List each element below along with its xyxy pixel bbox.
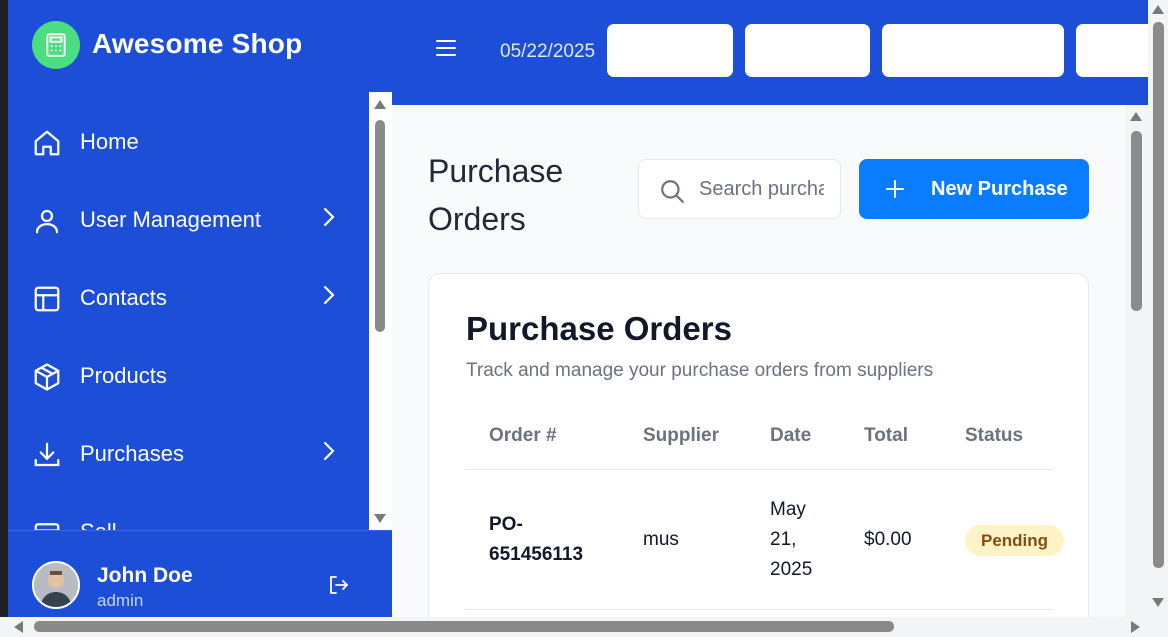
sidebar-scroll-thumb[interactable]	[375, 120, 385, 332]
user-name: John Doe	[97, 564, 193, 587]
sidebar-item-label: Products	[80, 363, 167, 388]
search-input[interactable]	[699, 160, 824, 218]
home-icon	[34, 130, 60, 156]
column-header-date[interactable]: Date	[770, 425, 811, 447]
user-icon	[35, 209, 59, 234]
logout-icon[interactable]	[326, 573, 350, 597]
user-panel: John Doe admin	[8, 530, 392, 617]
sidebar-item-sell[interactable]: Sell	[8, 502, 369, 530]
user-role: admin	[97, 591, 144, 610]
header-button-1[interactable]	[607, 24, 733, 77]
column-header-total[interactable]: Total	[864, 425, 908, 447]
sidebar-item-label: Purchases	[80, 441, 184, 466]
column-header-supplier[interactable]: Supplier	[643, 425, 719, 447]
column-header-order[interactable]: Order #	[489, 425, 557, 447]
top-header: Awesome Shop 05/22/2025	[8, 0, 1166, 105]
sidebar-item-purchases[interactable]: Purchases	[8, 424, 369, 484]
table-row-divider	[465, 609, 1053, 610]
chevron-right-icon	[323, 285, 335, 305]
scroll-up-arrow[interactable]	[1130, 112, 1142, 121]
sidebar: Home User Management Contacts Products P…	[8, 92, 369, 530]
page-horizontal-scrollbar[interactable]	[0, 617, 1168, 637]
scroll-left-arrow[interactable]	[14, 621, 23, 633]
sidebar-item-user-management[interactable]: User Management	[8, 190, 369, 250]
scroll-down-arrow[interactable]	[374, 514, 386, 523]
hamburger-icon[interactable]	[436, 40, 456, 58]
plus-icon	[886, 180, 904, 198]
header-date: 05/22/2025	[500, 41, 596, 62]
main-content: Purchase Orders New Purchase Purchase Or…	[392, 105, 1125, 617]
status-badge: Pending	[965, 525, 1065, 556]
main-scrollbar[interactable]	[1125, 105, 1148, 617]
new-purchase-label: New Purchase	[931, 177, 1068, 200]
card-subtitle: Track and manage your purchase orders fr…	[466, 360, 934, 381]
scroll-up-arrow[interactable]	[374, 100, 386, 109]
scroll-up-arrow[interactable]	[1152, 5, 1164, 14]
order-number[interactable]: PO-651456113	[489, 510, 599, 570]
chevron-right-icon	[323, 207, 335, 227]
sidebar-item-contacts[interactable]: Contacts	[8, 268, 369, 328]
app-window: Awesome Shop 05/22/2025 Home User Manage…	[0, 0, 1168, 637]
column-header-status[interactable]: Status	[965, 425, 1023, 447]
sidebar-scrollbar[interactable]	[369, 92, 392, 530]
page-title: Purchase Orders	[428, 153, 564, 237]
order-total: $0.00	[864, 529, 912, 550]
sidebar-item-products[interactable]: Products	[8, 346, 369, 406]
header-button-2[interactable]	[745, 24, 870, 77]
sidebar-item-home[interactable]: Home	[8, 112, 369, 172]
logo-badge	[32, 21, 80, 69]
window-edge	[0, 0, 8, 617]
main-scroll-thumb[interactable]	[1131, 131, 1142, 311]
sidebar-item-label: Home	[80, 129, 139, 154]
horizontal-scroll-thumb[interactable]	[34, 621, 894, 632]
sidebar-item-label: Contacts	[80, 285, 167, 310]
layout-icon	[34, 286, 60, 312]
order-date: May 21, 2025	[770, 499, 813, 580]
calculator-icon	[46, 33, 66, 57]
card-title: Purchase Orders	[466, 310, 732, 347]
page-vertical-scrollbar[interactable]	[1148, 0, 1168, 617]
box-icon	[34, 363, 60, 391]
supplier-name: mus	[643, 529, 679, 550]
brand-name: Awesome Shop	[92, 28, 303, 59]
cart-icon	[34, 523, 60, 530]
chevron-right-icon	[323, 441, 335, 461]
avatar[interactable]	[32, 561, 80, 609]
search-icon	[661, 180, 684, 203]
header-button-3[interactable]	[882, 24, 1064, 77]
scroll-down-arrow[interactable]	[1152, 598, 1164, 607]
purchase-orders-card: Purchase Orders Track and manage your pu…	[428, 273, 1089, 617]
search-box[interactable]	[638, 159, 841, 219]
new-purchase-button[interactable]: New Purchase	[859, 159, 1089, 219]
table-header-divider	[465, 469, 1053, 470]
download-icon	[34, 442, 60, 467]
page-scroll-thumb[interactable]	[1153, 22, 1164, 568]
sidebar-item-label: Sell	[80, 519, 117, 530]
scroll-right-arrow[interactable]	[1131, 621, 1140, 633]
sidebar-item-label: User Management	[80, 207, 261, 232]
